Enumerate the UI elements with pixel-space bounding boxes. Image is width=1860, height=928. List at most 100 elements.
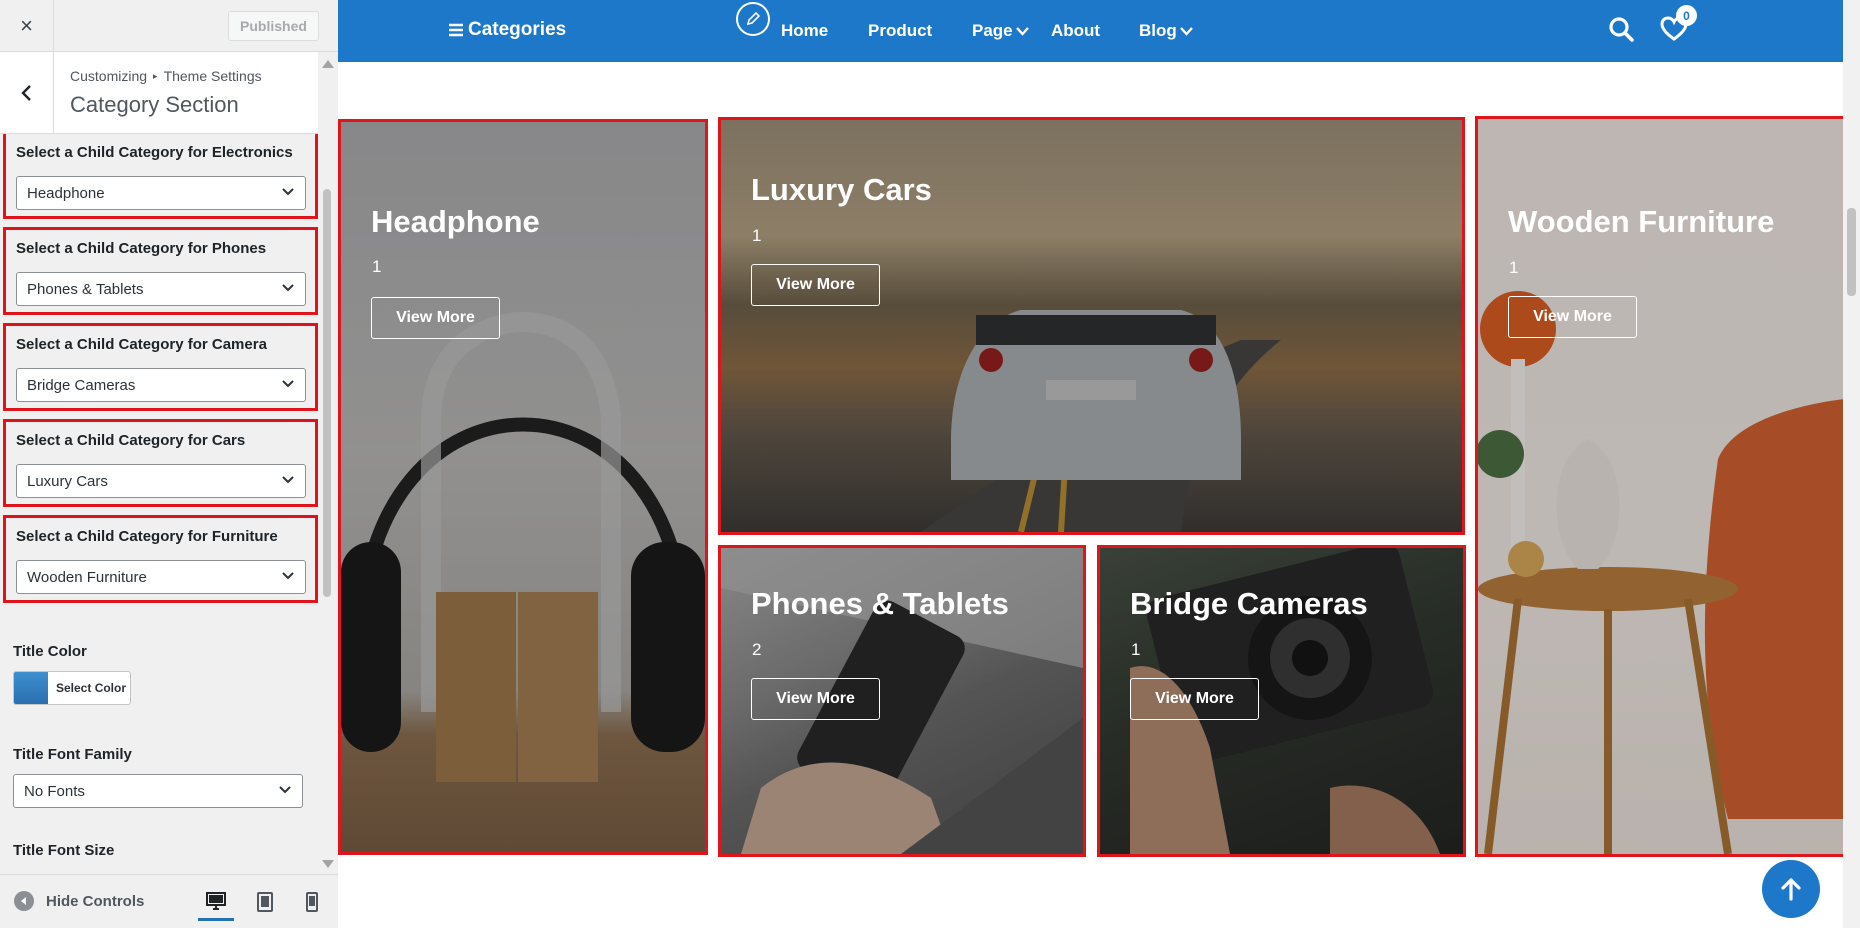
mobile-icon <box>306 892 318 912</box>
select-value: Headphone <box>27 184 105 202</box>
scroll-down-icon[interactable] <box>322 860 334 868</box>
card-title: Luxury Cars <box>751 172 932 207</box>
nav-about[interactable]: About <box>1051 21 1100 41</box>
breadcrumb-root: Customizing <box>70 68 148 84</box>
select-value: Wooden Furniture <box>27 568 147 586</box>
search-icon[interactable] <box>1608 16 1634 42</box>
nav-home-label: Home <box>781 21 829 40</box>
nav-about-label: About <box>1051 21 1101 40</box>
category-card-luxury-cars[interactable]: Luxury Cars 1 View More <box>718 117 1465 535</box>
site-navbar: Categories Home Product Page About Blog … <box>338 0 1843 62</box>
customizer-sidebar: × Published Customizing ▸ Theme Settings C… <box>0 0 338 928</box>
nav-home[interactable]: Home <box>781 21 828 41</box>
close-icon: × <box>20 13 33 38</box>
card-title: Headphone <box>371 204 540 239</box>
view-more-button[interactable]: View More <box>751 678 880 720</box>
phones-category-select[interactable]: Phones & Tablets <box>16 272 306 306</box>
control-phones: Select a Child Category for Phones Phone… <box>3 227 318 315</box>
card-title: Phones & Tablets <box>751 586 1009 621</box>
view-more-button[interactable]: View More <box>371 297 500 339</box>
sidebar-scroll-thumb[interactable] <box>323 189 331 597</box>
sidebar-scrollbar[interactable] <box>318 52 338 874</box>
wishlist-count-badge: 0 <box>1676 5 1697 26</box>
control-electronics: Select a Child Category for Electronics … <box>3 134 318 219</box>
chevron-down-icon <box>282 380 294 388</box>
desktop-icon <box>206 891 226 910</box>
select-value: No Fonts <box>24 782 85 800</box>
breadcrumb: Customizing ▸ Theme Settings <box>70 68 262 84</box>
pencil-icon <box>746 11 761 26</box>
control-camera: Select a Child Category for Camera Bridg… <box>3 323 318 411</box>
view-more-button[interactable]: View More <box>751 264 880 306</box>
section-title: Category Section <box>70 92 239 117</box>
title-font-family-label: Title Font Family <box>13 746 132 763</box>
cars-category-select[interactable]: Luxury Cars <box>16 464 306 498</box>
nav-page[interactable]: Page <box>972 21 1029 41</box>
card-count: 1 <box>1131 640 1141 659</box>
scroll-up-icon[interactable] <box>322 60 334 68</box>
chevron-down-icon <box>282 188 294 196</box>
select-value: Luxury Cars <box>27 472 108 490</box>
hide-controls-label: Hide Controls <box>46 892 145 910</box>
preview-scroll-thumb[interactable] <box>1847 208 1856 296</box>
select-value: Phones & Tablets <box>27 280 144 298</box>
category-card-wooden-furniture[interactable]: Wooden Furniture 1 View More <box>1475 116 1848 857</box>
customizer-footer: Hide Controls <box>0 874 338 928</box>
furniture-category-select[interactable]: Wooden Furniture <box>16 560 306 594</box>
card-count: 1 <box>752 226 762 245</box>
category-card-headphone[interactable]: Headphone 1 View More <box>338 119 708 855</box>
scroll-to-top-button[interactable] <box>1762 860 1820 918</box>
select-color-button[interactable]: Select Color <box>13 671 131 705</box>
chevron-down-icon <box>282 284 294 292</box>
nav-blog[interactable]: Blog <box>1139 21 1193 41</box>
preview-scrollbar[interactable] <box>1843 0 1860 928</box>
close-customizer-button[interactable]: × <box>0 0 54 52</box>
chevron-down-icon <box>282 572 294 580</box>
nav-page-label: Page <box>972 21 1013 40</box>
category-card-phones-tablets[interactable]: Phones & Tablets 2 View More <box>718 545 1086 857</box>
site-preview: Categories Home Product Page About Blog … <box>338 0 1860 928</box>
nav-product[interactable]: Product <box>868 21 932 41</box>
tablet-icon <box>257 892 273 912</box>
chevron-down-icon <box>279 786 291 794</box>
published-button[interactable]: Published <box>228 11 319 41</box>
hamburger-icon <box>449 23 463 37</box>
select-color-label: Select Color <box>56 681 127 695</box>
card-count: 2 <box>752 640 762 659</box>
chevron-left-icon <box>20 85 31 101</box>
desktop-preview-button[interactable] <box>198 883 234 921</box>
title-font-size-label: Title Font Size <box>13 842 115 859</box>
hide-controls-button[interactable]: Hide Controls <box>14 891 144 911</box>
collapse-icon <box>14 891 34 911</box>
breadcrumb-separator-icon: ▸ <box>153 71 158 81</box>
chevron-down-icon <box>282 476 294 484</box>
title-color-label: Title Color <box>13 643 87 660</box>
categories-menu-button[interactable]: Categories <box>448 19 566 41</box>
control-furniture: Select a Child Category for Furniture Wo… <box>3 515 318 603</box>
electronics-category-select[interactable]: Headphone <box>16 176 306 210</box>
title-font-family-select[interactable]: No Fonts <box>13 774 303 808</box>
back-button[interactable] <box>0 52 54 134</box>
nav-blog-label: Blog <box>1139 21 1177 40</box>
tablet-preview-button[interactable] <box>247 883 283 921</box>
control-label: Select a Child Category for Cars <box>16 432 246 449</box>
edit-shortcut-button[interactable] <box>736 2 770 36</box>
category-card-bridge-cameras[interactable]: Bridge Cameras 1 View More <box>1097 545 1466 857</box>
card-title: Wooden Furniture <box>1508 204 1775 239</box>
arrow-up-icon <box>1781 878 1801 901</box>
section-header: Customizing ▸ Theme Settings Category Sect… <box>0 52 318 134</box>
camera-category-select[interactable]: Bridge Cameras <box>16 368 306 402</box>
card-count: 1 <box>372 257 382 276</box>
chevron-down-icon <box>1015 27 1029 36</box>
view-more-button[interactable]: View More <box>1508 296 1637 338</box>
view-more-button[interactable]: View More <box>1130 678 1259 720</box>
control-label: Select a Child Category for Furniture <box>16 528 278 545</box>
chevron-down-icon <box>1179 27 1193 36</box>
customizer-topbar: × Published <box>0 0 338 52</box>
control-label: Select a Child Category for Electronics <box>16 144 293 161</box>
card-count: 1 <box>1509 258 1519 277</box>
control-label: Select a Child Category for Camera <box>16 336 267 353</box>
categories-label: Categories <box>468 19 567 40</box>
mobile-preview-button[interactable] <box>294 883 330 921</box>
control-cars: Select a Child Category for Cars Luxury … <box>3 419 318 507</box>
